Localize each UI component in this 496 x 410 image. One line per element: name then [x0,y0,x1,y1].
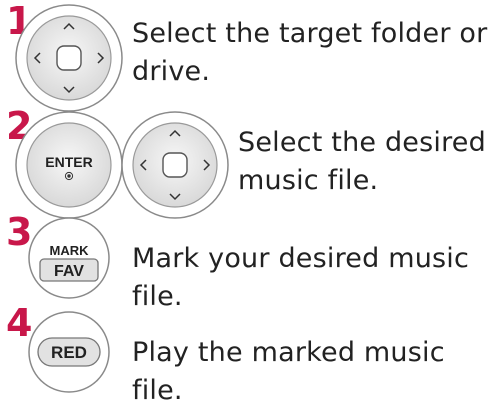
fav-label: FAV [54,263,84,280]
enter-button-icon: ENTER [15,111,123,219]
fav-button-icon: MARK FAV [28,217,110,299]
step-1-text-line2: drive. [132,56,211,87]
step-1-text: Select the target folder or drive. [132,15,487,91]
red-button-icon: RED [28,311,110,393]
navigation-pad-icon [121,111,229,219]
step-1-text-line1: Select the target folder or [132,18,488,49]
navigation-pad-icon [15,4,123,112]
step-2-text-line1: Select the desired [238,127,486,158]
red-label: RED [51,343,87,362]
enter-label: ENTER [45,154,92,170]
step-2-text-line2: music file. [238,165,379,196]
step-3-text: Mark your desired music file. [132,243,470,312]
step-2-text: Select the desired music file. [238,124,486,200]
mark-label: MARK [50,243,90,258]
